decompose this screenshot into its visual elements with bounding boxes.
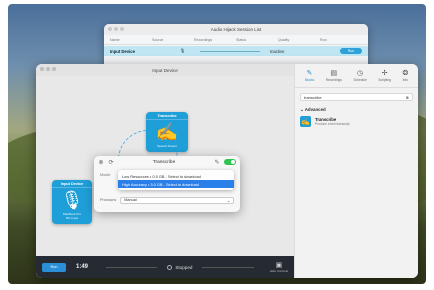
model-dropdown-menu[interactable]: Low Resources • 0.5 GB - Select to downl… [118, 170, 234, 190]
blocks-icon: ✎ [306, 70, 313, 77]
status-text: Stopped [175, 264, 193, 270]
pronouns-value: Manual [124, 198, 137, 202]
status-icon [167, 264, 173, 270]
library-panel: ✎ Blocks ▤ Recordings ◷ Schedule ✢ Scrip… [294, 64, 418, 278]
session-list-header: Name Source Recordings Status Quality Ru… [104, 35, 368, 45]
search-value: transcribe [304, 94, 322, 100]
input-device-block[interactable]: Input Device 🎙 MacBook Pro Mic Input [52, 180, 92, 224]
pronouns-label: Pronouns [100, 198, 117, 202]
tab-label: Info [402, 78, 408, 82]
tab-blocks[interactable]: ✎ Blocks [305, 69, 314, 82]
window-title: Input Device [152, 67, 178, 73]
pronouns-select[interactable]: Manual ⌄ [120, 196, 234, 204]
session-list-titlebar: Audio Hijack Session List [104, 24, 368, 35]
block-subtitle: Mic Input [65, 216, 79, 220]
microphone-icon: 🎙 [180, 48, 186, 53]
session-name: Input Device [110, 48, 135, 54]
transcribe-block[interactable]: Transcribe ✍ Speech Detect [146, 112, 188, 152]
desktop-background: Audio Hijack Session List Name Source Re… [8, 4, 426, 284]
run-button[interactable]: Run [42, 262, 66, 272]
tab-label: Blocks [304, 78, 315, 82]
block-subtitle: Speech Detect [157, 144, 177, 148]
window-title: Audio Hijack Session List [210, 27, 262, 32]
status-indicator: Stopped [167, 264, 193, 270]
transport-bar: Run 1:49 Stopped ▣ Hide Controls [36, 256, 294, 278]
elapsed-time: 1:49 [76, 264, 89, 270]
hide-controls-button[interactable]: ▣ Hide Controls [270, 261, 288, 273]
transcribe-icon: ✍ [300, 116, 311, 127]
tab-label: Schedule [353, 78, 367, 82]
tab-label: Scripting [378, 78, 391, 82]
section-header[interactable]: ⌄ Advanced [300, 107, 413, 113]
popup-header: ⊗ ⟳ Transcribe ✎ [94, 156, 240, 168]
block-search-input[interactable]: transcribe ⊗ [300, 93, 413, 101]
model-label: Model [100, 173, 111, 177]
editor-titlebar: Input Device [36, 64, 294, 76]
clear-search-icon[interactable]: ⊗ [406, 95, 409, 100]
window-controls[interactable] [40, 67, 56, 71]
block-settings-popup[interactable]: ⊗ ⟳ Transcribe ✎ Model Low Resources • 0… [94, 156, 240, 212]
column-header: Run [320, 37, 327, 42]
tab-recordings[interactable]: ▤ Recordings [326, 69, 342, 82]
disclosure-icon: ⌄ [300, 107, 304, 112]
tab-info[interactable]: ❂ Info [402, 69, 408, 82]
tab-label: Recordings [325, 78, 342, 82]
tab-schedule[interactable]: ◷ Schedule [353, 69, 366, 82]
chevron-down-icon: ⌄ [226, 198, 230, 203]
recordings-icon: ▤ [330, 70, 338, 77]
block-list-item[interactable]: ✍ Transcribe Produce a text transcript [300, 116, 413, 127]
column-header: Quality [278, 37, 290, 42]
section-title: Advanced [304, 107, 326, 112]
model-option-selected[interactable]: High Accuracy • 3.0 GB - Select to downl… [118, 180, 234, 188]
window-controls[interactable] [108, 27, 124, 31]
block-title: Input Device [52, 180, 92, 188]
run-session-button[interactable]: Run [340, 48, 362, 54]
volume-slider[interactable] [200, 50, 260, 52]
item-subtitle: Produce a text transcript [315, 122, 350, 126]
session-status: Inactive [270, 48, 285, 54]
session-row[interactable]: Input Device 🎙 Inactive Run [104, 46, 368, 56]
column-header: Status [236, 37, 247, 42]
column-header: Source [152, 37, 164, 42]
schedule-icon: ◷ [357, 70, 364, 77]
presets-icon[interactable]: ⟳ [108, 159, 114, 166]
timeline-track [202, 266, 254, 268]
tab-scripting[interactable]: ✢ Scripting [378, 69, 390, 82]
block-title: Transcribe [146, 112, 188, 120]
column-header: Name [110, 37, 120, 42]
popup-title: Transcribe [152, 159, 176, 165]
hide-controls-label: Hide Controls [269, 269, 288, 273]
timeline-track [106, 266, 158, 268]
info-icon: ❂ [402, 70, 409, 77]
close-icon[interactable]: ⊗ [98, 159, 104, 166]
block-enable-toggle[interactable] [224, 159, 236, 165]
panel-tabs: ✎ Blocks ▤ Recordings ◷ Schedule ✢ Scrip… [295, 64, 418, 88]
model-option[interactable]: Low Resources • 0.5 GB - Select to downl… [118, 172, 234, 180]
session-editor-window[interactable]: Input Device Transcribe ✍ Speech Detect … [36, 64, 418, 278]
edit-icon[interactable]: ✎ [214, 159, 220, 166]
microphone-icon: 🎙 [60, 190, 84, 210]
column-header: Recordings [194, 37, 213, 42]
pronouns-row: Pronouns Manual ⌄ [100, 196, 234, 204]
controls-icon: ▣ [275, 262, 283, 269]
scripting-icon: ✢ [381, 70, 388, 77]
transcribe-icon: ✍ [155, 122, 179, 142]
